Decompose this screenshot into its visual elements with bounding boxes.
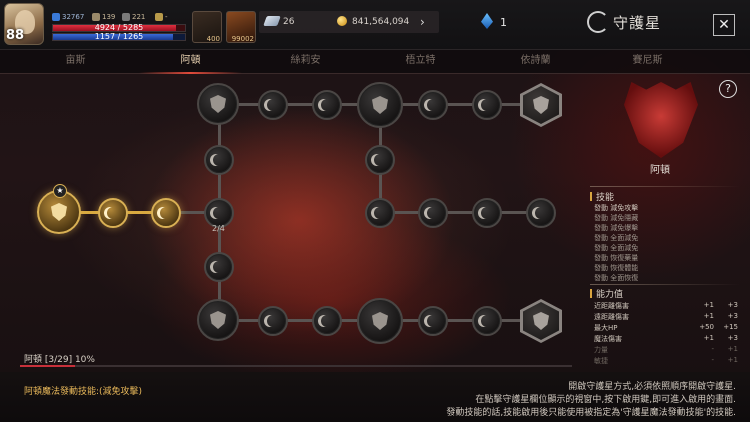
shield-emblem-icon (533, 96, 549, 114)
moon-icon (267, 315, 279, 327)
constellation-node[interactable] (526, 198, 556, 228)
constellation-hex-node[interactable] (520, 299, 562, 343)
skill-line: 發動 恢復藥量 (594, 254, 639, 262)
constellation-node[interactable] (312, 306, 342, 336)
moon-icon (213, 261, 225, 273)
moon-icon (481, 207, 493, 219)
cross-emblem-icon (533, 312, 549, 330)
constellation-node[interactable] (98, 198, 128, 228)
branch-count: 2/4 (212, 224, 225, 233)
crest-emblem-icon (210, 95, 226, 113)
moon-icon (481, 315, 493, 327)
moon-icon (107, 207, 119, 219)
help-text-line: 開啟守護星方式,必須依照順序開啟守護星. (568, 382, 736, 392)
moon-icon (427, 99, 439, 111)
constellation-node[interactable] (204, 252, 234, 282)
constellation-node[interactable] (204, 145, 234, 175)
constellation-node[interactable] (472, 198, 502, 228)
constellation-node[interactable] (365, 198, 395, 228)
constellation-node[interactable] (472, 90, 502, 120)
constellation-hex-node[interactable] (520, 83, 562, 127)
moon-icon (267, 99, 279, 111)
skill-line: 發動 減免攻擊 (594, 204, 639, 212)
cross-emblem-icon (210, 311, 226, 329)
constellation-major-node[interactable] (357, 298, 403, 344)
moon-icon (427, 207, 439, 219)
magic-skill-label: 阿頓魔法發動技能:(減免攻擊) (24, 387, 143, 397)
constellation-progress-fill (20, 365, 76, 367)
help-text-line: 發動技能的話,技能啟用後只能使用被指定為'守護星魔法發動技能'的技能. (446, 408, 736, 418)
constellation-major-node[interactable] (197, 299, 239, 341)
skills-title: 技能 (590, 190, 614, 203)
constellation-major-node[interactable] (197, 83, 239, 125)
star-icon: ★ (53, 184, 67, 198)
skill-line: 發動 全面減免 (594, 234, 639, 242)
constellation-node[interactable] (312, 90, 342, 120)
constellation-node[interactable] (418, 90, 448, 120)
moon-icon (427, 315, 439, 327)
moon-icon (481, 99, 493, 111)
shield-emblem-icon (51, 203, 67, 221)
divider (590, 284, 740, 285)
cross-emblem-icon (372, 312, 388, 330)
skill-line: 發動 恢復體能 (594, 264, 639, 272)
constellation-node[interactable] (418, 306, 448, 336)
moon-icon (535, 207, 547, 219)
constellation-node[interactable] (472, 306, 502, 336)
help-text-line: 在點擊守護星欄位顯示的視窗中,按下啟用鍵,即可進入啟用的畫面. (475, 395, 736, 405)
moon-icon (213, 207, 225, 219)
constellation-node[interactable] (258, 90, 288, 120)
moon-icon (321, 99, 333, 111)
divider (590, 186, 740, 187)
abilities-title: 能力值 (590, 287, 623, 300)
moon-icon (321, 315, 333, 327)
help-button[interactable]: ? (719, 80, 737, 98)
skill-line: 發動 全面恢復 (594, 274, 639, 282)
moon-icon (160, 207, 172, 219)
constellation-name: 阿頓 (650, 165, 670, 176)
constellation-major-node[interactable] (357, 82, 403, 128)
moon-icon (374, 207, 386, 219)
moon-icon (374, 154, 386, 166)
constellation-progress-bar (20, 365, 572, 367)
skill-line: 發動 減免隱藏 (594, 214, 639, 222)
moon-icon (213, 154, 225, 166)
constellation-progress-label: 阿頓 [3/29] 10% (24, 355, 95, 365)
tree-link (379, 211, 544, 214)
constellation-node[interactable] (258, 306, 288, 336)
skill-line: 發動 全面減免 (594, 244, 639, 252)
skill-line: 發動 減免爆擊 (594, 224, 639, 232)
constellation-node[interactable] (151, 198, 181, 228)
constellation-node[interactable] (418, 198, 448, 228)
crest-emblem-icon (372, 96, 388, 114)
constellation-node[interactable] (365, 145, 395, 175)
